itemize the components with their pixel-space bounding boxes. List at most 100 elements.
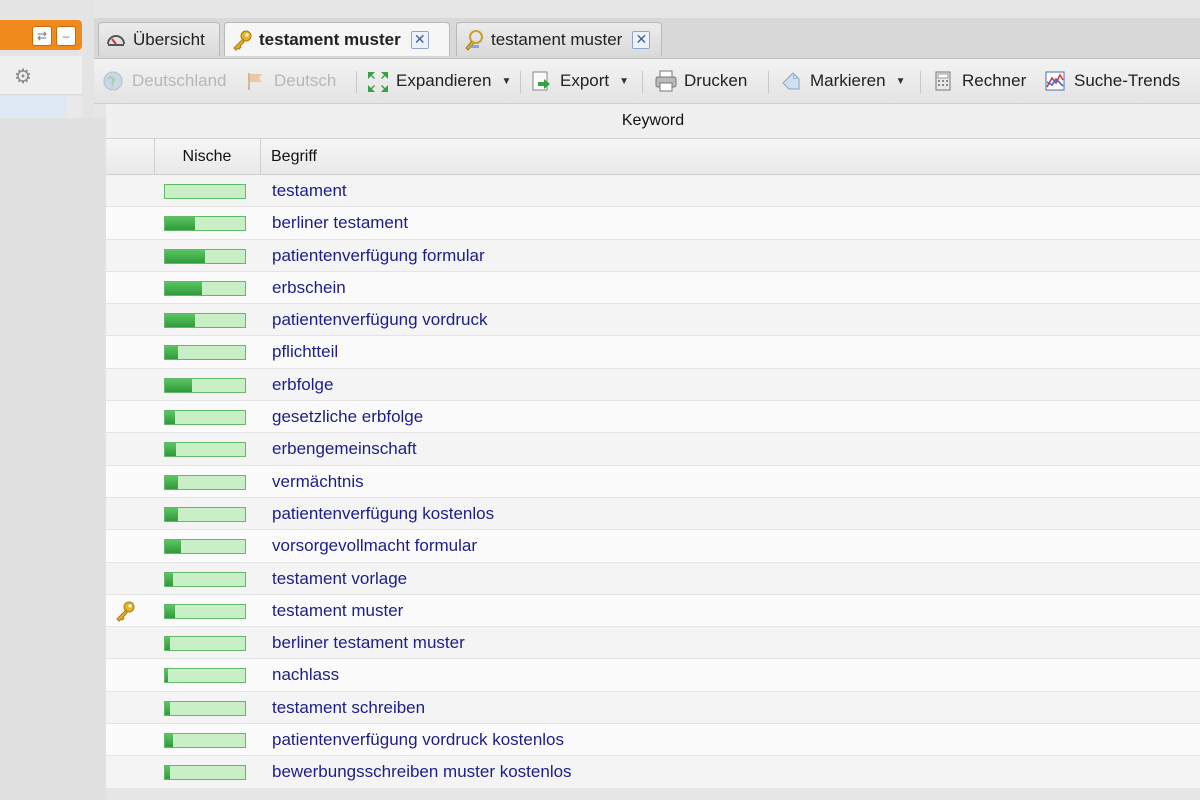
table-row[interactable]: patientenverfügung vordruck [106,304,1200,337]
calculator-button[interactable]: Rechner [932,59,1026,103]
calculator-icon [932,70,954,92]
column-header-niche[interactable]: Nische [154,139,260,174]
keyword-term[interactable]: patientenverfügung vordruck kostenlos [272,724,564,755]
keyword-term[interactable]: gesetzliche erbfolge [272,401,423,432]
table-row[interactable]: bewerbungsschreiben muster kostenlos [106,756,1200,789]
niche-bar-fill [165,540,181,554]
niche-bar-fill [165,411,175,425]
niche-bar [164,184,246,199]
table-row[interactable]: testament schreiben [106,691,1200,725]
toolbar-separator [356,71,357,93]
refresh-icon[interactable]: ⇄ [32,26,52,46]
keyword-term[interactable]: vorsorgevollmacht formular [272,530,477,561]
country-button[interactable]: Deutschland [102,59,227,103]
language-button[interactable]: Deutsch [244,59,336,103]
keyword-term[interactable]: testament vorlage [272,563,407,594]
niche-bar [164,539,246,555]
tab-label: testament muster [491,29,623,49]
table-row[interactable]: pflichtteil [106,336,1200,369]
minimize-icon[interactable]: – [56,26,76,46]
print-button[interactable]: Drucken [654,59,747,103]
table-row[interactable]: nachlass [106,659,1200,692]
tab-overview[interactable]: Übersicht [98,22,220,56]
table-row[interactable]: testament vorlage [106,562,1200,595]
niche-bar [164,474,246,490]
keyword-table-body: testament berliner testament patientenverf… [106,175,1200,789]
niche-bar-fill [165,604,175,618]
table-row[interactable]: vermächtnis [106,465,1200,498]
table-row[interactable]: berliner testament muster [106,627,1200,660]
niche-bar [164,506,246,522]
trends-button[interactable]: Suche-Trends [1044,59,1180,103]
mark-button[interactable]: Markieren ▼ [780,59,906,103]
export-button[interactable]: Export ▼ [530,59,629,103]
close-icon[interactable]: ✕ [410,30,429,49]
keyword-term[interactable]: vermächtnis [272,466,364,497]
niche-bar-fill [165,507,178,521]
key-icon [231,29,253,51]
table-row[interactable]: patientenverfügung vordruck kostenlos [106,724,1200,757]
table-row[interactable]: gesetzliche erbfolge [106,401,1200,434]
keyword-term[interactable]: patientenverfügung vordruck [272,304,487,335]
table-row[interactable]: patientenverfügung kostenlos [106,497,1200,531]
table-row[interactable]: erbschein [106,271,1200,305]
niche-bar [164,636,246,652]
niche-bar-fill [165,346,178,360]
keyword-term[interactable]: testament schreiben [272,692,425,723]
niche-bar-fill [165,766,170,780]
niche-bar [164,280,246,296]
table-row[interactable]: vorsorgevollmacht formular [106,530,1200,563]
keyword-term[interactable]: pflichtteil [272,336,338,367]
keyword-term[interactable]: testament [272,175,347,206]
left-panel-toolbar: ⚙ [0,56,82,95]
table-row[interactable]: testament muster [106,594,1200,628]
toolbar-separator [642,71,643,93]
trends-chart-icon [1044,70,1066,92]
gear-icon[interactable]: ⚙ [14,64,32,89]
keyword-term[interactable]: erbengemeinschaft [272,433,417,464]
keyword-term[interactable]: erbschein [272,272,346,303]
chevron-down-icon: ▼ [895,75,906,87]
keyword-term[interactable]: erbfolge [272,369,333,400]
keyword-group-header: Keyword [106,104,1200,139]
tab-label: testament muster [259,29,401,49]
niche-bar-fill [165,314,196,328]
niche-bar-fill [165,637,170,651]
table-row[interactable]: patientenverfügung formular [106,239,1200,272]
left-panel-selected-item[interactable] [0,96,66,118]
column-header-term[interactable]: Begriff [271,139,571,174]
column-divider [260,139,261,174]
tab-keyword-active[interactable]: testament muster ✕ [224,22,450,56]
export-icon [530,70,552,92]
expand-button[interactable]: Expandieren ▼ [366,59,511,103]
keyword-term[interactable]: berliner testament muster [272,627,465,658]
key-icon [114,600,136,622]
table-row[interactable]: erbfolge [106,368,1200,402]
globe-icon [102,70,124,92]
niche-bar-fill [165,701,170,715]
keyword-term[interactable]: nachlass [272,659,339,690]
table-row[interactable]: testament [106,175,1200,208]
niche-bar [164,216,246,232]
keyword-term[interactable]: patientenverfügung formular [272,240,485,271]
keyword-term[interactable]: berliner testament [272,207,408,238]
keyword-term[interactable]: patientenverfügung kostenlos [272,498,494,529]
niche-bar [164,377,246,393]
niche-bar [164,733,246,749]
table-row[interactable]: berliner testament [106,207,1200,240]
table-row[interactable]: erbengemeinschaft [106,433,1200,466]
niche-bar-fill [165,475,178,489]
tab-keyword-research[interactable]: testament muster ✕ [456,22,662,56]
left-panel-body [0,118,106,800]
niche-bar-fill [165,217,196,231]
close-icon[interactable]: ✕ [632,30,651,49]
tab-label: Übersicht [133,29,205,49]
keyword-term[interactable]: bewerbungsschreiben muster kostenlos [272,756,572,787]
niche-bar [164,603,246,619]
niche-bar [164,765,246,781]
keyword-term[interactable]: testament muster [272,595,403,626]
toolbar-separator [520,71,521,93]
left-panel-scrollbar[interactable] [66,96,82,118]
niche-bar-fill [165,281,202,295]
niche-bar [164,345,246,361]
